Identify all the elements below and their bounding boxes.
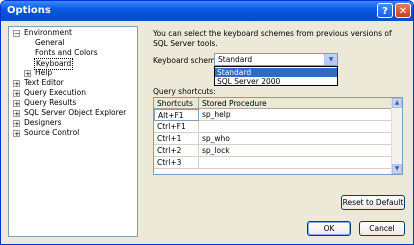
tree-item-object-explorer[interactable]: SQL Server Object Explorer — [24, 108, 126, 118]
keyboard-scheme-dropdown: Standard SQL Server 2000 — [214, 66, 338, 86]
title-bar[interactable]: Options ? ✕ — [1, 1, 413, 21]
tree-item-text-editor[interactable]: Text Editor — [24, 78, 64, 88]
query-shortcuts-grid: Shortcuts Stored Procedure Alt+F1 sp_hel… — [153, 97, 403, 175]
expand-icon[interactable]: + — [13, 130, 20, 138]
shortcut-cell[interactable]: Ctrl+F1 — [154, 121, 199, 133]
tree-item-designers[interactable]: Designers — [24, 118, 62, 128]
tree-item-help[interactable]: Help — [35, 68, 52, 78]
expand-icon[interactable]: + — [13, 100, 20, 108]
column-header-shortcuts[interactable]: Shortcuts — [154, 98, 199, 109]
shortcut-cell[interactable]: Ctrl+1 — [154, 133, 199, 145]
procedure-cell[interactable]: sp_lock — [199, 145, 392, 157]
reset-to-default-button[interactable]: Reset to Default — [341, 195, 405, 210]
vertical-scrollbar[interactable]: ▲ ▼ — [391, 98, 402, 174]
cancel-button[interactable]: Cancel — [359, 221, 405, 236]
close-button[interactable]: ✕ — [395, 3, 411, 18]
keyboard-scheme-select[interactable]: Standard ▼ — [214, 53, 338, 66]
procedure-cell[interactable]: sp_help — [199, 109, 392, 121]
option-sql-server-2000[interactable]: SQL Server 2000 — [215, 77, 337, 86]
query-shortcuts-label: Query shortcuts: — [153, 87, 216, 96]
tree-item-fonts-and-colors[interactable]: Fonts and Colors — [35, 48, 98, 58]
tree-item-environment[interactable]: Environment — [24, 28, 72, 38]
expand-icon[interactable]: + — [13, 120, 20, 128]
tree-item-general[interactable]: General — [35, 38, 65, 48]
keyboard-scheme-label: Keyboard scheme: — [153, 56, 223, 65]
shortcut-cell[interactable]: Ctrl+3 — [154, 157, 199, 169]
ok-button[interactable]: OK — [307, 221, 351, 236]
procedure-cell[interactable]: sp_who — [199, 133, 392, 145]
keyboard-scheme-value: Standard — [218, 55, 253, 64]
tree-item-query-results[interactable]: Query Results — [24, 98, 76, 108]
expand-icon[interactable]: + — [24, 70, 31, 78]
window-title: Options — [7, 5, 51, 16]
expand-icon[interactable]: + — [13, 80, 20, 88]
scroll-down-icon[interactable]: ▼ — [392, 164, 402, 174]
tree-item-query-execution[interactable]: Query Execution — [24, 88, 86, 98]
procedure-cell[interactable] — [199, 157, 392, 169]
shortcut-cell[interactable]: Ctrl+2 — [154, 145, 199, 157]
help-button[interactable]: ? — [377, 3, 393, 18]
shortcut-cell[interactable]: Alt+F1 — [154, 109, 199, 121]
procedure-cell[interactable] — [199, 121, 392, 133]
column-header-stored-procedure[interactable]: Stored Procedure — [199, 98, 392, 109]
help-icon: ? — [382, 6, 388, 17]
expand-icon[interactable]: + — [13, 110, 20, 118]
option-standard[interactable]: Standard — [215, 68, 337, 77]
description-text: You can select the keyboard schemes from… — [153, 29, 392, 48]
close-icon: ✕ — [398, 6, 408, 17]
options-tree[interactable]: − Environment General Fonts and Colors K… — [8, 26, 138, 237]
tree-item-source-control[interactable]: Source Control — [24, 128, 79, 138]
expand-icon[interactable]: + — [13, 90, 20, 98]
dropdown-arrow-icon[interactable]: ▼ — [324, 54, 337, 65]
collapse-icon[interactable]: − — [13, 30, 20, 38]
scroll-up-icon[interactable]: ▲ — [392, 98, 402, 108]
options-dialog: Options ? ✕ − Environment General Fonts … — [0, 0, 414, 245]
